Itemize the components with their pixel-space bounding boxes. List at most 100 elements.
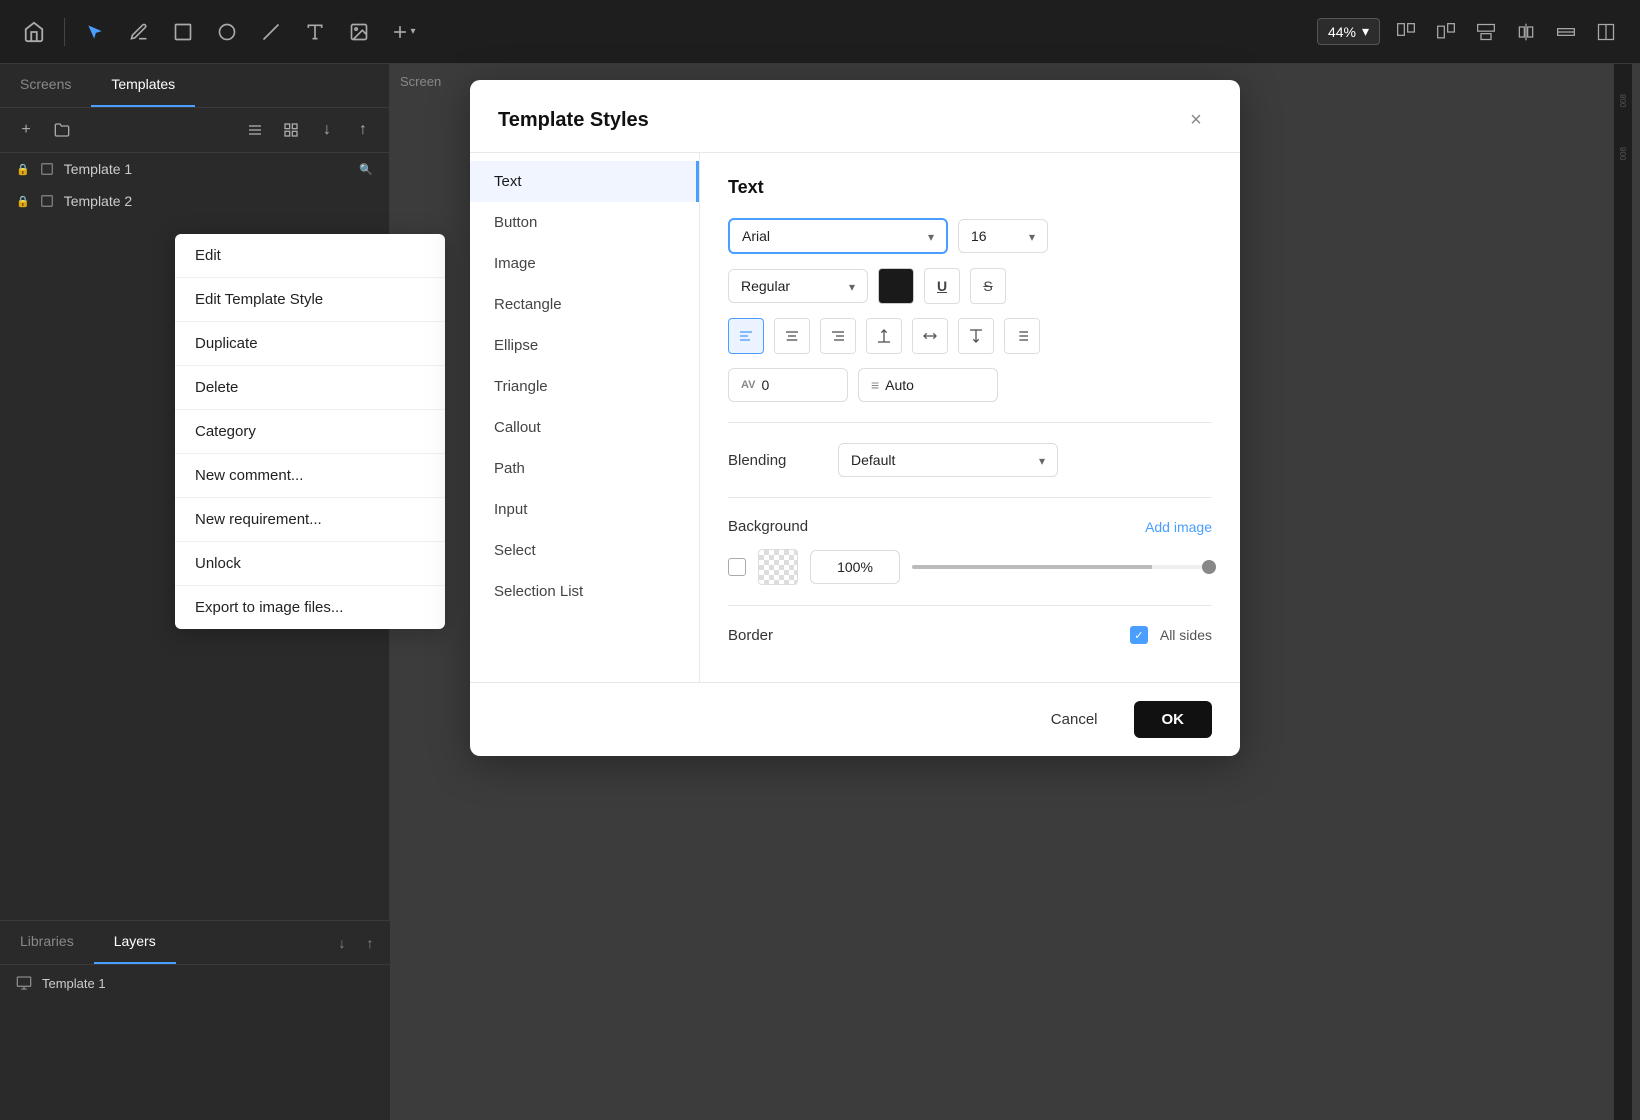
modal-body: Text Button Image Rectangle Ellipse Tria… [470, 153, 1240, 682]
spacing-row: AV 0 ≡ Auto [728, 368, 1212, 402]
add-image-button[interactable]: Add image [1145, 519, 1212, 535]
layers-sort-down[interactable]: ↓ [330, 931, 354, 955]
line-height-input[interactable]: ≡ Auto [858, 368, 998, 402]
context-menu-item-new-requirement[interactable]: New requirement... [175, 498, 445, 542]
modal-title: Template Styles [498, 109, 649, 132]
zoom-control[interactable]: 44% ▾ [1317, 18, 1380, 45]
tab-templates[interactable]: Templates [91, 64, 195, 107]
nav-item-input[interactable]: Input [470, 489, 699, 530]
image-tool[interactable] [341, 14, 377, 50]
side-ruler: 008 008 [1614, 64, 1632, 1120]
background-checkbox[interactable] [728, 558, 746, 576]
strikethrough-button[interactable]: S [970, 268, 1006, 304]
line-tool[interactable] [253, 14, 289, 50]
layout-tool[interactable] [1588, 14, 1624, 50]
nav-item-path[interactable]: Path [470, 448, 699, 489]
nav-item-selection-list[interactable]: Selection List [470, 571, 699, 612]
nav-item-callout[interactable]: Callout [470, 407, 699, 448]
align-left-button[interactable] [728, 318, 764, 354]
template-item-2[interactable]: 🔒 Template 2 [0, 185, 389, 217]
add-button[interactable]: + [12, 116, 40, 144]
cancel-button[interactable]: Cancel [1027, 701, 1122, 738]
background-opacity-slider[interactable] [912, 565, 1212, 569]
rectangle-tool[interactable] [165, 14, 201, 50]
background-header-row: Background Add image [728, 518, 1212, 535]
list-view-button[interactable] [241, 116, 269, 144]
context-menu-item-edit-style[interactable]: Edit Template Style [175, 278, 445, 322]
circle-tool[interactable] [209, 14, 245, 50]
background-opacity-input[interactable]: 100% [810, 550, 900, 584]
tab-libraries[interactable]: Libraries [0, 921, 94, 964]
ok-button[interactable]: OK [1134, 701, 1213, 738]
nav-item-image[interactable]: Image [470, 243, 699, 284]
bottom-panel: Libraries Layers ↓ ↑ Template 1 [0, 920, 390, 1120]
valign-middle-button[interactable] [912, 318, 948, 354]
folder-button[interactable] [48, 116, 76, 144]
letter-spacing-input[interactable]: AV 0 [728, 368, 848, 402]
left-panel: Screens Templates + ↓ ↑ 🔒 Template 1 🔍 🔒… [0, 64, 390, 1120]
list-format-button[interactable] [1004, 318, 1040, 354]
context-menu-item-new-comment[interactable]: New comment... [175, 454, 445, 498]
sort-down-button[interactable]: ↓ [313, 116, 341, 144]
arrow-tool[interactable] [77, 14, 113, 50]
layer-monitor-icon [16, 975, 32, 991]
ruler-mark-1: 008 [1619, 94, 1628, 107]
border-row: Border ✓ All sides [728, 626, 1212, 644]
text-color-swatch[interactable] [878, 268, 914, 304]
tab-screens[interactable]: Screens [0, 64, 91, 107]
align-center-button[interactable] [774, 318, 810, 354]
context-menu-item-delete[interactable]: Delete [175, 366, 445, 410]
pen-tool[interactable] [121, 14, 157, 50]
weight-color-row: Regular U S [728, 268, 1212, 304]
background-preview[interactable] [758, 549, 798, 585]
context-menu-item-duplicate[interactable]: Duplicate [175, 322, 445, 366]
layers-sort-up[interactable]: ↑ [358, 931, 382, 955]
grid-view-button[interactable] [277, 116, 305, 144]
nav-item-ellipse[interactable]: Ellipse [470, 325, 699, 366]
valign-top-button[interactable] [866, 318, 902, 354]
background-controls-row: 100% [728, 549, 1212, 585]
nav-item-select[interactable]: Select [470, 530, 699, 571]
underline-button[interactable]: U [924, 268, 960, 304]
font-size-row: Arial 16 [728, 218, 1212, 254]
context-menu-item-edit[interactable]: Edit [175, 234, 445, 278]
divider-1 [64, 18, 65, 46]
more-tool[interactable] [1548, 14, 1584, 50]
align-tool-1[interactable] [1388, 14, 1424, 50]
divider-1 [728, 422, 1212, 423]
template-1-label: Template 1 [64, 161, 132, 177]
font-select[interactable]: Arial [728, 218, 948, 254]
bottom-panel-tabs: Libraries Layers ↓ ↑ [0, 921, 390, 965]
align-tool-3[interactable] [1468, 14, 1504, 50]
line-height-icon: ≡ [871, 377, 879, 393]
weight-select[interactable]: Regular [728, 269, 868, 303]
context-menu-item-unlock[interactable]: Unlock [175, 542, 445, 586]
align-tool-2[interactable] [1428, 14, 1464, 50]
opacity-slider-thumb[interactable] [1202, 560, 1216, 574]
template-2-label: Template 2 [64, 193, 132, 209]
size-value: 16 [971, 228, 987, 244]
distribute-tool[interactable] [1508, 14, 1544, 50]
add-tool[interactable]: ▾ [385, 14, 421, 50]
blending-select[interactable]: Default [838, 443, 1058, 477]
layers-content: Template 1 [0, 965, 390, 1001]
home-icon[interactable] [16, 14, 52, 50]
text-tool[interactable] [297, 14, 333, 50]
size-select[interactable]: 16 [958, 219, 1048, 253]
alignment-row [728, 318, 1212, 354]
nav-item-button[interactable]: Button [470, 202, 699, 243]
align-right-button[interactable] [820, 318, 856, 354]
border-all-sides-checkbox[interactable]: ✓ [1130, 626, 1148, 644]
nav-item-text[interactable]: Text [470, 161, 699, 202]
nav-item-rectangle[interactable]: Rectangle [470, 284, 699, 325]
context-menu-item-export[interactable]: Export to image files... [175, 586, 445, 629]
template-item-1[interactable]: 🔒 Template 1 🔍 [0, 153, 389, 185]
valign-bottom-button[interactable] [958, 318, 994, 354]
context-menu-item-category[interactable]: Category [175, 410, 445, 454]
modal-close-button[interactable]: × [1180, 104, 1212, 136]
nav-item-triangle[interactable]: Triangle [470, 366, 699, 407]
template-1-search-icon[interactable]: 🔍 [359, 163, 373, 176]
top-toolbar: ▾ 44% ▾ [0, 0, 1640, 64]
tab-layers[interactable]: Layers [94, 921, 176, 964]
sort-up-button[interactable]: ↑ [349, 116, 377, 144]
